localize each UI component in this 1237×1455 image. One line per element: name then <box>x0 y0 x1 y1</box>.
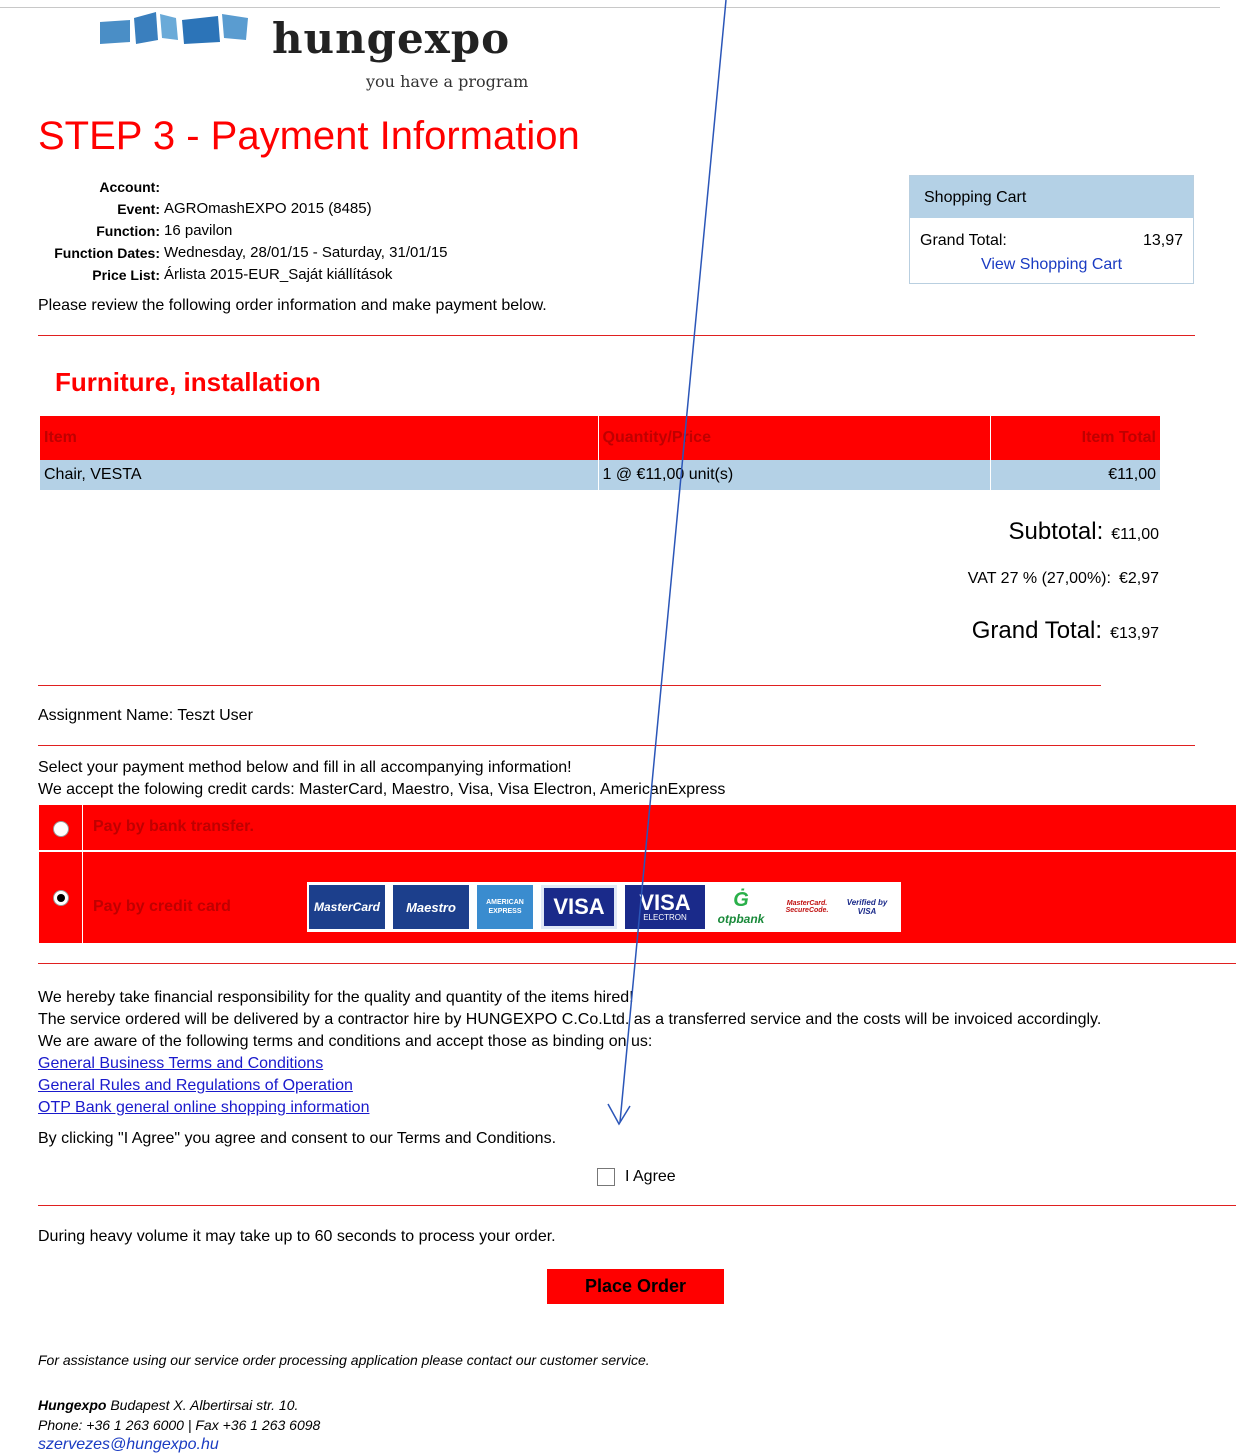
subtotal-row: Subtotal: €11,00 <box>1009 518 1159 546</box>
footer-address: Budapest X. Albertirsai str. 10. <box>106 1397 299 1413</box>
page-title: STEP 3 - Payment Information <box>38 114 580 158</box>
subtotal-label: Subtotal: <box>1008 518 1104 545</box>
footer-address-line: Hungexpo Budapest X. Albertirsai str. 10… <box>38 1395 320 1415</box>
info-value: AGROmashEXPO 2015 (8485) <box>164 200 372 217</box>
payment-option-credit-card[interactable]: Pay by credit card MasterCard Maestro AM… <box>39 852 1236 943</box>
maestro-logo-icon: Maestro <box>393 885 469 929</box>
info-value: Wednesday, 28/01/15 - Saturday, 31/01/15 <box>164 244 448 261</box>
info-row-account: Account: <box>38 176 448 198</box>
vat-value: €2,97 <box>1118 570 1159 587</box>
volume-note: During heavy volume it may take up to 60… <box>38 1228 556 1245</box>
info-label: Function Dates: <box>54 245 160 261</box>
subtotal-value: €11,00 <box>1111 526 1159 543</box>
consent-text: By clicking "I Agree" you agree and cons… <box>38 1130 557 1147</box>
visa-electron-sub: ELECTRON <box>643 913 687 922</box>
brand-name: hungexpo <box>272 14 511 63</box>
cell-quantity: 1 @ €11,00 unit(s) <box>598 460 991 490</box>
terms-line: We are aware of the following terms and … <box>38 1033 653 1050</box>
info-label: Account: <box>99 179 160 195</box>
visa-electron-logo-icon: VISA ELECTRON <box>625 885 705 929</box>
card-logos: MasterCard Maestro AMERICAN EXPRESS VISA… <box>307 882 901 932</box>
footer-phone: Phone: +36 1 263 6000 | Fax +36 1 263 60… <box>38 1417 321 1433</box>
info-row-dates: Function Dates: Wednesday, 28/01/15 - Sat… <box>38 242 448 264</box>
vat-label: VAT 27 % (27,00%): <box>967 570 1111 587</box>
terms-line: The service ordered will be delivered by… <box>38 1011 1102 1028</box>
cell-total: €11,00 <box>990 460 1160 490</box>
verified-by-visa-logo-icon: Verified by VISA <box>846 898 888 916</box>
cart-total-row: Grand Total: 13,97 <box>910 218 1193 250</box>
mastercard-logo-icon: MasterCard <box>309 885 385 929</box>
divider <box>38 335 1195 336</box>
footer-email-link[interactable]: szervezes@hungexpo.hu <box>38 1435 320 1455</box>
terms-line: We hereby take financial responsibility … <box>38 989 634 1006</box>
info-row-price-list: Price List: Árlista 2015-EUR_Saját kiállí… <box>38 264 448 286</box>
grand-total-row: Grand Total: €13,97 <box>972 617 1159 645</box>
info-value: 16 pavilon <box>164 222 233 239</box>
section-title: Furniture, installation <box>55 367 321 397</box>
amex-logo-icon: AMERICAN EXPRESS <box>477 885 533 929</box>
order-info: Account: Event: AGROmashEXPO 2015 (8485) … <box>38 176 448 286</box>
info-label: Event: <box>117 201 160 217</box>
terms-block: We hereby take financial responsibility … <box>38 987 1101 1119</box>
brand-tagline: you have a program <box>366 72 529 91</box>
agree-checkbox[interactable] <box>597 1168 615 1186</box>
cart-title: Shopping Cart <box>910 176 1193 218</box>
mastercard-securecode-logo-icon: MasterCard. SecureCode. <box>785 900 829 914</box>
place-order-button[interactable]: Place Order <box>547 1269 724 1304</box>
visa-electron-brand: VISA <box>639 890 691 915</box>
cart-total-value: 13,97 <box>1142 232 1183 249</box>
visa-logo-icon: VISA <box>541 885 617 929</box>
business-terms-link[interactable]: General Business Terms and Conditions <box>38 1053 1101 1075</box>
otp-shopping-info-link[interactable]: OTP Bank general online shopping informa… <box>38 1097 1101 1119</box>
info-value: Árlista 2015-EUR_Saját kiállítások <box>164 266 393 283</box>
payment-intro-line: Select your payment method below and fil… <box>38 759 572 776</box>
info-label: Function: <box>96 223 160 239</box>
table-row: Chair, VESTA 1 @ €11,00 unit(s) €11,00 <box>40 460 1160 490</box>
payment-intro: Select your payment method below and fil… <box>38 757 725 801</box>
divider <box>38 745 1195 746</box>
col-header-item: Item <box>40 416 599 460</box>
payment-option-bank-transfer[interactable]: Pay by bank transfer. <box>39 805 1236 850</box>
info-row-function: Function: 16 pavilon <box>38 220 448 242</box>
divider <box>38 963 1236 964</box>
footer-contact: Hungexpo Budapest X. Albertirsai str. 10… <box>38 1395 320 1455</box>
credit-card-label: Pay by credit card <box>93 898 231 915</box>
divider <box>38 1205 1236 1206</box>
bank-transfer-label: Pay by bank transfer. <box>93 818 254 835</box>
otp-mark-icon: Ġ <box>733 888 749 911</box>
col-header-quantity: Quantity/Price <box>598 416 991 460</box>
footer-company: Hungexpo <box>38 1397 107 1413</box>
top-divider <box>0 7 1220 8</box>
info-row-event: Event: AGROmashEXPO 2015 (8485) <box>38 198 448 220</box>
vat-row: VAT 27 % (27,00%): €2,97 <box>968 570 1159 588</box>
cart-total-label: Grand Total: <box>920 232 1007 249</box>
credit-card-radio[interactable] <box>53 890 69 906</box>
cell-item: Chair, VESTA <box>40 460 599 490</box>
agree-control[interactable]: I Agree <box>597 1168 676 1186</box>
rules-regulations-link[interactable]: General Rules and Regulations of Operati… <box>38 1075 1101 1097</box>
order-items-table: Item Quantity/Price Item Total Chair, VE… <box>40 416 1160 490</box>
shopping-cart-box: Shopping Cart Grand Total: 13,97 View Sh… <box>909 175 1194 284</box>
logo-mark-icon <box>100 12 248 44</box>
bank-transfer-radio[interactable] <box>53 821 69 837</box>
otpbank-logo-icon: Ġotpbank <box>713 885 769 929</box>
view-cart-link[interactable]: View Shopping Cart <box>910 256 1193 274</box>
grand-total-value: €13,97 <box>1110 625 1159 642</box>
review-text: Please review the following order inform… <box>38 297 547 314</box>
assignment-name: Assignment Name: Teszt User <box>38 707 253 724</box>
grand-total-label: Grand Total: <box>971 617 1103 644</box>
agree-label: I Agree <box>625 1168 676 1185</box>
table-header-row: Item Quantity/Price Item Total <box>40 416 1160 460</box>
otpbank-name: otpbank <box>717 911 765 926</box>
assistance-text: For assistance using our service order p… <box>38 1352 650 1368</box>
info-label: Price List: <box>92 267 160 283</box>
accepted-cards-line: We accept the folowing credit cards: Mas… <box>38 781 726 798</box>
col-header-total: Item Total <box>990 416 1160 460</box>
divider <box>38 685 1101 686</box>
